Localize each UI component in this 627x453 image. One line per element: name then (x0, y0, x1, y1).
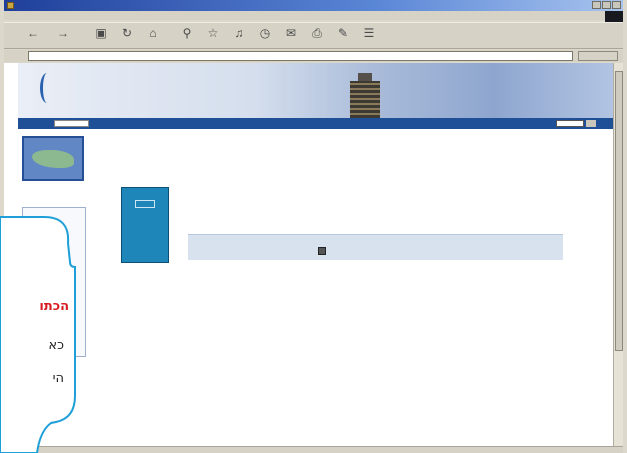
callout-text-line: כא (48, 338, 64, 353)
favorites-icon: ☆ (207, 26, 219, 40)
minimize-button[interactable] (592, 1, 601, 9)
home-icon: ⌂ (149, 26, 157, 40)
print-icon: ⎙ (312, 26, 322, 40)
forward-button[interactable]: → (52, 26, 74, 48)
scrollbar-thumb[interactable] (615, 71, 623, 351)
agency-logo (40, 73, 54, 103)
refresh-icon: ↻ (121, 26, 133, 40)
stop-button[interactable]: ▣ (90, 26, 112, 48)
search-button[interactable]: ⚲ (176, 26, 198, 48)
maximize-button[interactable] (602, 1, 611, 9)
history-icon: ◷ (259, 26, 271, 40)
status-bar (4, 446, 623, 453)
europe-map-image (22, 136, 84, 181)
edit-icon: ✎ (337, 26, 349, 40)
address-bar (4, 50, 623, 62)
back-button[interactable]: ← (22, 26, 44, 48)
browser-app-icon (7, 2, 14, 9)
window-titlebar (4, 0, 623, 11)
back-arrow-icon: ← (27, 26, 39, 40)
stop-icon: ▣ (95, 26, 107, 40)
browser-toolbar: ← → ▣ ↻ ⌂ ⚲ ☆ ♫ ◷ ✉ ⎙ ✎ ☰ (4, 22, 623, 49)
media-icon: ♫ (234, 26, 244, 40)
site-search-input[interactable] (54, 120, 89, 127)
language-select[interactable] (556, 120, 584, 127)
publication-info-box (188, 234, 563, 260)
window-controls (592, 1, 621, 9)
home-button[interactable]: ⌂ (142, 26, 164, 48)
print-button[interactable]: ⎙ (306, 26, 328, 48)
discuss-button[interactable]: ☰ (358, 26, 380, 48)
site-banner (18, 63, 614, 118)
sidebar-menu (22, 207, 86, 357)
media-button[interactable]: ♫ (228, 26, 250, 48)
menu-bar (4, 11, 623, 20)
mail-button[interactable]: ✉ (280, 26, 302, 48)
cover-label (135, 200, 155, 208)
history-button[interactable]: ◷ (254, 26, 276, 48)
building-photo (350, 81, 380, 118)
close-button[interactable] (612, 1, 621, 9)
refresh-button[interactable]: ↻ (116, 26, 138, 48)
mail-icon: ✉ (285, 26, 297, 40)
discuss-icon: ☰ (363, 26, 375, 40)
language-go-button[interactable] (586, 120, 596, 127)
publication-cover-image[interactable] (121, 187, 169, 263)
search-icon: ⚲ (182, 26, 192, 40)
favorites-button[interactable]: ☆ (202, 26, 224, 48)
address-input[interactable] (28, 51, 573, 61)
page-viewport (4, 63, 614, 446)
main-content (104, 147, 584, 263)
site-navbar (18, 118, 614, 129)
pdf-icon[interactable] (318, 247, 326, 255)
forward-arrow-icon: → (57, 26, 69, 40)
sidebar (22, 136, 88, 357)
callout-text-line: הי (52, 371, 64, 386)
callout-heading: הכתו (39, 299, 69, 314)
go-button[interactable] (578, 51, 618, 61)
edit-button[interactable]: ✎ (332, 26, 354, 48)
vertical-scrollbar[interactable] (613, 63, 623, 446)
